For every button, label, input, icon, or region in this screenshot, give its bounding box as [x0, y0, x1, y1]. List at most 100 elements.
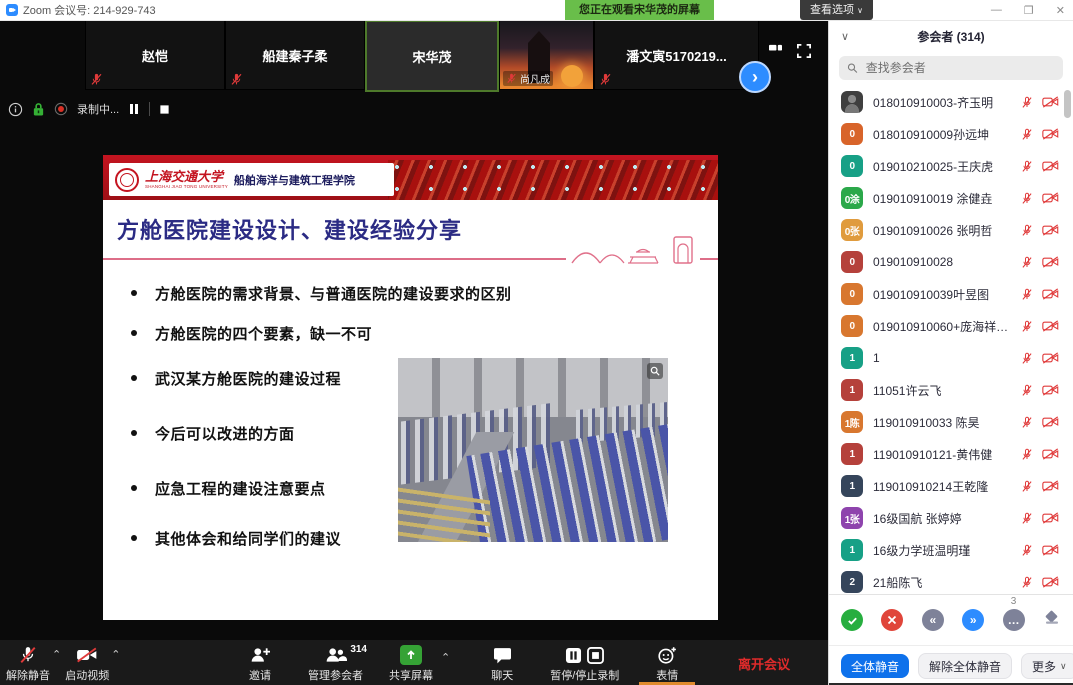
participant-row[interactable]: 1 119010910214王乾隆 [829, 470, 1073, 502]
participant-tile-name: 宋华茂 [412, 47, 451, 66]
mic-muted-icon [230, 73, 243, 86]
go-slower-button[interactable]: « [922, 609, 944, 631]
reactions-button[interactable]: 表情 [645, 640, 689, 685]
participants-panel: 参会者 (314) ∨ 018010910003-齐玉明 0 018010910… [828, 20, 1073, 685]
magnifier-icon[interactable] [647, 363, 663, 379]
manage-participants-button[interactable]: 314 管理参会者 [308, 640, 363, 685]
bullet-item: 今后可以改进的方面 [155, 423, 295, 444]
participant-name: 019010210025-王庆虎 [873, 158, 1011, 175]
chat-button[interactable]: 聊天 [480, 640, 524, 685]
participant-name: 018010910003-齐玉明 [873, 94, 1011, 111]
participant-row[interactable]: 0 019010210025-王庆虎 [829, 150, 1073, 182]
camera-off-icon [1042, 320, 1059, 332]
avatar: 1 [841, 443, 863, 465]
bullet-item: 其他体会和给同学们的建议 [155, 528, 341, 549]
participant-name: 16级力学班温明瑾 [873, 542, 1011, 559]
video-tile-active-speaker[interactable]: 宋华茂 [365, 20, 499, 92]
mic-muted-icon [1021, 192, 1033, 205]
search-icon [847, 62, 858, 74]
avatar: 0 [841, 315, 863, 337]
avatar: 1 [841, 379, 863, 401]
participant-tile-name: 尚凡成 [520, 71, 550, 86]
share-options-chevron[interactable]: ⌃ [441, 651, 450, 664]
participant-row[interactable]: 0 018010910009孙远坤 [829, 118, 1073, 150]
invite-button[interactable]: 邀请 [238, 640, 282, 685]
next-participants-button[interactable]: › [739, 61, 771, 93]
video-options-chevron[interactable]: ⌃ [111, 648, 120, 661]
chevron-down-icon: ∨ [1060, 661, 1067, 672]
stop-recording-icon[interactable] [159, 104, 170, 115]
video-tile[interactable]: 赵恺 [85, 20, 225, 90]
video-tile[interactable]: 尚凡成 [499, 20, 594, 90]
unmute-button[interactable]: 解除静音 [6, 640, 50, 683]
camera-off-icon [76, 645, 98, 665]
participant-search-box[interactable] [839, 56, 1063, 80]
participant-row[interactable]: 0 019010910039叶昱图 [829, 278, 1073, 310]
mic-muted-icon [506, 73, 517, 84]
start-video-button[interactable]: 启动视频 [65, 640, 109, 683]
participant-name: 019010910060+庞海祥+船建学... [873, 318, 1011, 335]
participant-row[interactable]: 0张 019010910026 张明哲 [829, 214, 1073, 246]
mic-muted-icon [1021, 256, 1033, 269]
participant-row[interactable]: 0 019010910028 [829, 246, 1073, 278]
yes-check-button[interactable] [841, 609, 863, 631]
participants-panel-footer: « » 3 … 全体静音 解除全体静音 更多 ∨ [829, 594, 1073, 685]
close-button[interactable]: ✕ [1056, 4, 1065, 17]
participant-name: 1 [873, 351, 1011, 365]
participant-row[interactable]: 1 16级力学班温明瑾 [829, 534, 1073, 566]
restore-button[interactable]: ❐ [1024, 4, 1034, 17]
bullet-dot [131, 430, 137, 436]
participant-row[interactable]: 0涂 019010910019 涂健垚 [829, 182, 1073, 214]
participant-row[interactable]: 2 21船陈飞 [829, 566, 1073, 593]
participant-row[interactable]: 1 119010910121-黄伟健 [829, 438, 1073, 470]
more-reactions-button[interactable]: 3 … [1003, 609, 1025, 631]
share-screen-button[interactable]: 共享屏幕 ⌃ [389, 640, 454, 685]
mic-muted-icon [1021, 576, 1033, 589]
avatar: 1 [841, 475, 863, 497]
clear-all-eraser-button[interactable] [1043, 609, 1061, 631]
camera-off-icon [1042, 160, 1059, 172]
audio-options-chevron[interactable]: ⌃ [52, 648, 61, 661]
camera-off-icon [1042, 480, 1059, 492]
participant-row[interactable]: 1陈 119010910033 陈昊 [829, 406, 1073, 438]
video-thumbnail-strip: 赵恺 船建秦子柔 宋华茂 尚凡成 潘文寅5170219... [85, 20, 759, 90]
zoom-app-icon [6, 4, 18, 16]
mute-all-button[interactable]: 全体静音 [841, 654, 909, 678]
no-x-button[interactable] [881, 609, 903, 631]
fullscreen-icon[interactable] [797, 44, 811, 58]
participant-row[interactable]: 018010910003-齐玉明 [829, 86, 1073, 118]
search-input[interactable] [864, 60, 1055, 76]
participant-name: 119010910033 陈昊 [873, 414, 1011, 431]
participant-row[interactable]: 0 019010910060+庞海祥+船建学... [829, 310, 1073, 342]
leave-meeting-button[interactable]: 离开会议 [738, 654, 790, 673]
view-options-button[interactable]: 查看选项 ∨ [800, 0, 873, 20]
go-faster-button[interactable]: » [962, 609, 984, 631]
camera-off-icon [1042, 576, 1059, 588]
more-button[interactable]: 更多 ∨ [1021, 653, 1073, 679]
fangcang-hospital-photo [398, 358, 668, 542]
camera-off-icon [1042, 384, 1059, 396]
bullet-dot [131, 485, 137, 491]
participant-row[interactable]: 1张 16级国航 张婷婷 [829, 502, 1073, 534]
mic-muted-icon [1021, 128, 1033, 141]
minimize-button[interactable]: — [991, 4, 1002, 16]
list-scrollbar-thumb[interactable] [1064, 90, 1071, 118]
video-tile[interactable]: 潘文寅5170219... [594, 20, 759, 90]
participant-row[interactable]: 1 1 [829, 342, 1073, 374]
pause-stop-recording-button[interactable]: 暂停/停止录制 [550, 640, 619, 685]
pause-recording-icon[interactable] [128, 103, 140, 115]
participant-row[interactable]: 1 11051许云飞 [829, 374, 1073, 406]
participants-list[interactable]: 018010910003-齐玉明 0 018010910009孙远坤 0 019… [829, 86, 1073, 593]
chat-bubble-icon [493, 645, 512, 665]
window-titlebar: Zoom 会议号: 214-929-743 您正在观看宋华茂的屏幕 查看选项 ∨… [0, 0, 1073, 21]
gallery-view-icon[interactable] [768, 44, 783, 57]
avatar: 2 [841, 571, 863, 593]
bullet-dot [131, 535, 137, 541]
divider [149, 102, 150, 116]
video-tile[interactable]: 船建秦子柔 [225, 20, 365, 90]
info-icon[interactable] [8, 102, 23, 117]
camera-off-icon [1042, 448, 1059, 460]
unmute-all-button[interactable]: 解除全体静音 [918, 653, 1012, 679]
share-screen-icon [400, 645, 422, 665]
camera-off-icon [1042, 224, 1059, 236]
